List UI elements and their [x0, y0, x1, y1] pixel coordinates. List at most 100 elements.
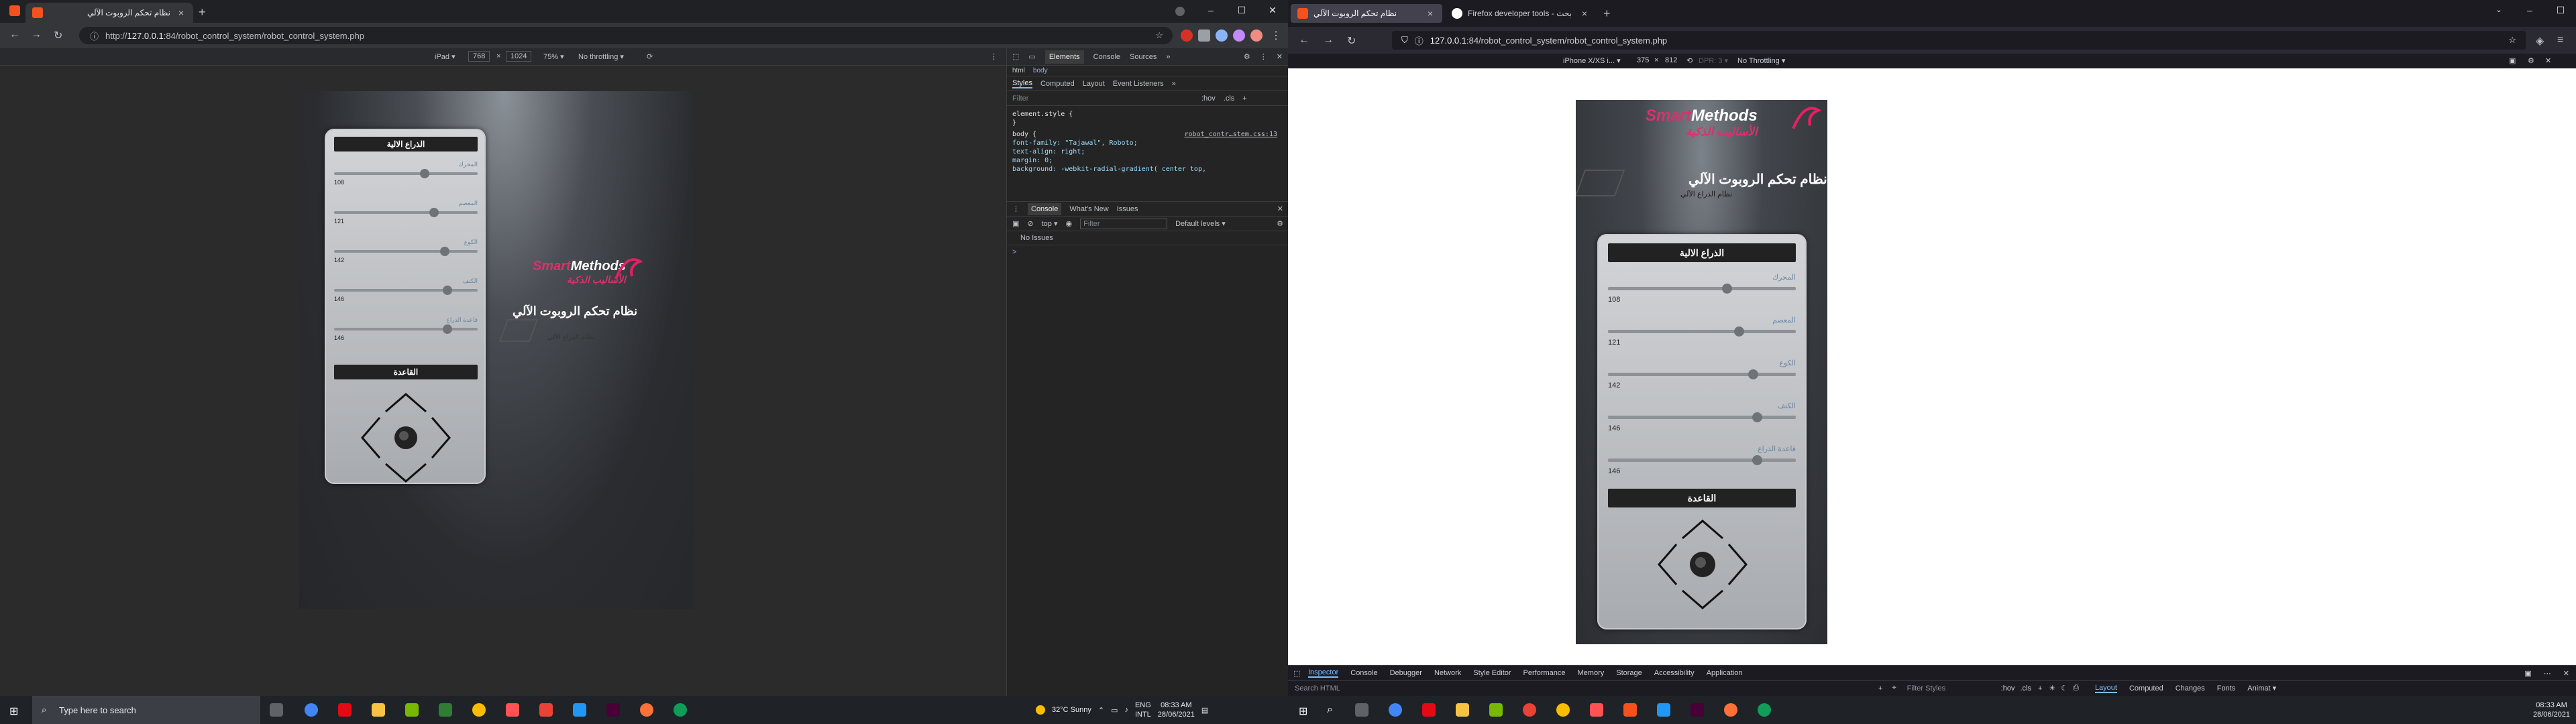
chrome-taskbar-icon[interactable] — [1556, 703, 1570, 717]
breadcrumb-body[interactable]: body — [1033, 67, 1048, 74]
css-source-link[interactable]: robot_contr…stem.css:13 — [1185, 130, 1277, 139]
cls-toggle[interactable]: .cls — [1224, 95, 1235, 103]
ff-tab-debugger[interactable]: Debugger — [1390, 669, 1422, 677]
minimize-icon[interactable]: – — [1195, 0, 1226, 20]
context-select[interactable]: top ▾ — [1042, 219, 1058, 228]
rdm-dpr-select[interactable]: DPR: 3 ▾ — [1699, 56, 1728, 65]
devtools-close-icon[interactable]: ✕ — [1277, 52, 1283, 61]
tray-chevron-icon[interactable]: ⌃ — [1098, 706, 1104, 715]
drawer-close-icon[interactable]: ✕ — [1277, 204, 1283, 213]
app-icon[interactable] — [539, 703, 553, 717]
netflix-icon[interactable] — [1422, 703, 1436, 717]
maximize-icon[interactable]: ☐ — [2545, 0, 2576, 20]
clock[interactable]: 08:33 AM 28/06/2021 — [1158, 701, 1195, 719]
minimize-icon[interactable]: – — [2514, 0, 2545, 20]
base-button[interactable]: القاعدة — [334, 365, 478, 379]
subtab-computed[interactable]: Computed — [1040, 80, 1075, 88]
tab-console[interactable]: Console — [1093, 53, 1120, 61]
app-icon[interactable] — [1657, 703, 1670, 717]
chrome-tab-active[interactable]: نظام تحكم الروبوت الآلي × — [25, 3, 193, 23]
base-button[interactable]: القاعدة — [1608, 489, 1796, 507]
search-icon[interactable]: ⌕ — [1327, 704, 1333, 716]
tab-sources[interactable]: Sources — [1130, 53, 1157, 61]
network-icon[interactable]: ▭ — [1111, 706, 1118, 715]
pocket-icon[interactable]: ◈ — [2536, 34, 2544, 48]
adobe-xd-icon[interactable] — [606, 703, 620, 717]
ff-tab-accessibility[interactable]: Accessibility — [1654, 669, 1695, 677]
reload-icon[interactable]: ↻ — [1347, 34, 1356, 48]
slider-track-0[interactable] — [334, 169, 478, 178]
firefox-tab-active[interactable]: نظام تحكم الروبوت الآلي × — [1291, 4, 1442, 23]
rdm-width-input[interactable]: 375 — [1637, 56, 1649, 64]
adobe-xd-icon[interactable] — [1690, 703, 1704, 717]
slider-thumb[interactable] — [420, 169, 429, 178]
firefox-menu-icon[interactable]: ≡ — [2557, 34, 2563, 46]
eye-icon[interactable]: ◉ — [1066, 219, 1073, 228]
back-icon[interactable]: ← — [9, 29, 20, 41]
ff-tab-memory[interactable]: Memory — [1578, 669, 1605, 677]
extensions-puzzle-icon[interactable] — [1198, 29, 1210, 42]
clock[interactable]: 08:33 AM 28/06/2021 — [2533, 701, 2570, 719]
devtools-menu-icon[interactable]: ⋮ — [1260, 52, 1267, 61]
ff-rtab-fonts[interactable]: Fonts — [2217, 684, 2236, 692]
rdm-close-icon[interactable]: ✕ — [2545, 56, 2551, 65]
discord-icon[interactable] — [305, 703, 318, 717]
drawer-tab-whats-new[interactable]: What's New — [1069, 205, 1108, 213]
styles-filter-input[interactable]: Filter — [1012, 95, 1193, 103]
slider-thumb[interactable] — [1752, 412, 1762, 422]
language-indicator[interactable]: ENG INTL — [1135, 701, 1151, 719]
back-icon[interactable]: ← — [1299, 34, 1309, 46]
weather-text[interactable]: 32°C Sunny — [1052, 706, 1091, 714]
add-rule-icon[interactable]: + — [2038, 684, 2042, 692]
responsive-mode-icon[interactable]: ▣ — [2524, 669, 2531, 678]
console-filter-input[interactable]: Filter — [1080, 218, 1168, 229]
discord-icon[interactable] — [1389, 703, 1402, 717]
slider-track-4[interactable] — [334, 324, 478, 334]
info-icon[interactable]: ⓘ — [90, 29, 99, 42]
tab-close-icon[interactable]: × — [1579, 8, 1590, 19]
app-icon[interactable] — [506, 703, 519, 717]
ff-rtab-layout[interactable]: Layout — [2094, 684, 2117, 693]
ff-rtab-animations[interactable]: Animat ▾ — [2247, 684, 2276, 692]
device-select[interactable]: iPad ▾ — [435, 52, 455, 61]
tab-more[interactable]: » — [1166, 53, 1170, 61]
app-icon[interactable] — [573, 703, 586, 717]
inspect-icon[interactable]: ⬚ — [1012, 52, 1019, 61]
ff-cls-toggle[interactable]: .cls — [2020, 684, 2031, 692]
notification-icon[interactable]: ▤ — [1201, 706, 1208, 715]
ff-tab-console[interactable]: Console — [1350, 669, 1377, 677]
slider-track-0[interactable] — [1608, 284, 1796, 294]
list-all-tabs-icon[interactable]: ⌄ — [2483, 0, 2514, 20]
rdm-device-select[interactable]: iPhone X/XS i... ▾ — [1563, 56, 1621, 65]
edge-icon[interactable] — [674, 703, 687, 717]
slider-thumb[interactable] — [443, 324, 452, 334]
firefox-taskbar-icon[interactable] — [640, 703, 653, 717]
console-sidebar-icon[interactable]: ▣ — [1012, 219, 1019, 228]
console-prompt[interactable]: > — [1007, 245, 1289, 259]
slider-thumb[interactable] — [443, 286, 452, 295]
device-toggle-icon[interactable]: ▭ — [1028, 52, 1035, 61]
extension-icon[interactable] — [1233, 29, 1245, 42]
clear-console-icon[interactable]: ⊘ — [1027, 219, 1033, 228]
ff-devtools-close-icon[interactable]: ✕ — [2563, 669, 2569, 678]
slider-track-2[interactable] — [1608, 369, 1796, 379]
rdm-height-input[interactable]: 812 — [1665, 56, 1677, 64]
slider-track-2[interactable] — [334, 247, 478, 256]
print-simulation-icon[interactable]: ⎙ — [2073, 684, 2079, 692]
nvidia-icon[interactable] — [405, 703, 419, 717]
console-settings-icon[interactable]: ⚙ — [1277, 219, 1283, 228]
bookmark-star-icon[interactable]: ☆ — [2508, 35, 2516, 46]
slider-thumb[interactable] — [440, 247, 449, 256]
media-icon[interactable] — [1216, 29, 1228, 42]
subtab-styles[interactable]: Styles — [1012, 79, 1032, 88]
window-close-icon[interactable]: ✕ — [1257, 0, 1288, 20]
slider-track-1[interactable] — [334, 208, 478, 217]
forward-icon[interactable]: → — [31, 29, 42, 41]
direction-pad[interactable] — [360, 391, 452, 484]
windows-start-icon[interactable]: ⊞ — [1299, 705, 1307, 718]
task-view-icon[interactable] — [270, 703, 283, 717]
device-height-input[interactable]: 1024 — [506, 51, 532, 62]
settings-gear-icon[interactable]: ⚙ — [1244, 52, 1250, 61]
chrome-menu-favicon-icon[interactable] — [9, 5, 20, 16]
ff-tab-storage[interactable]: Storage — [1616, 669, 1642, 677]
